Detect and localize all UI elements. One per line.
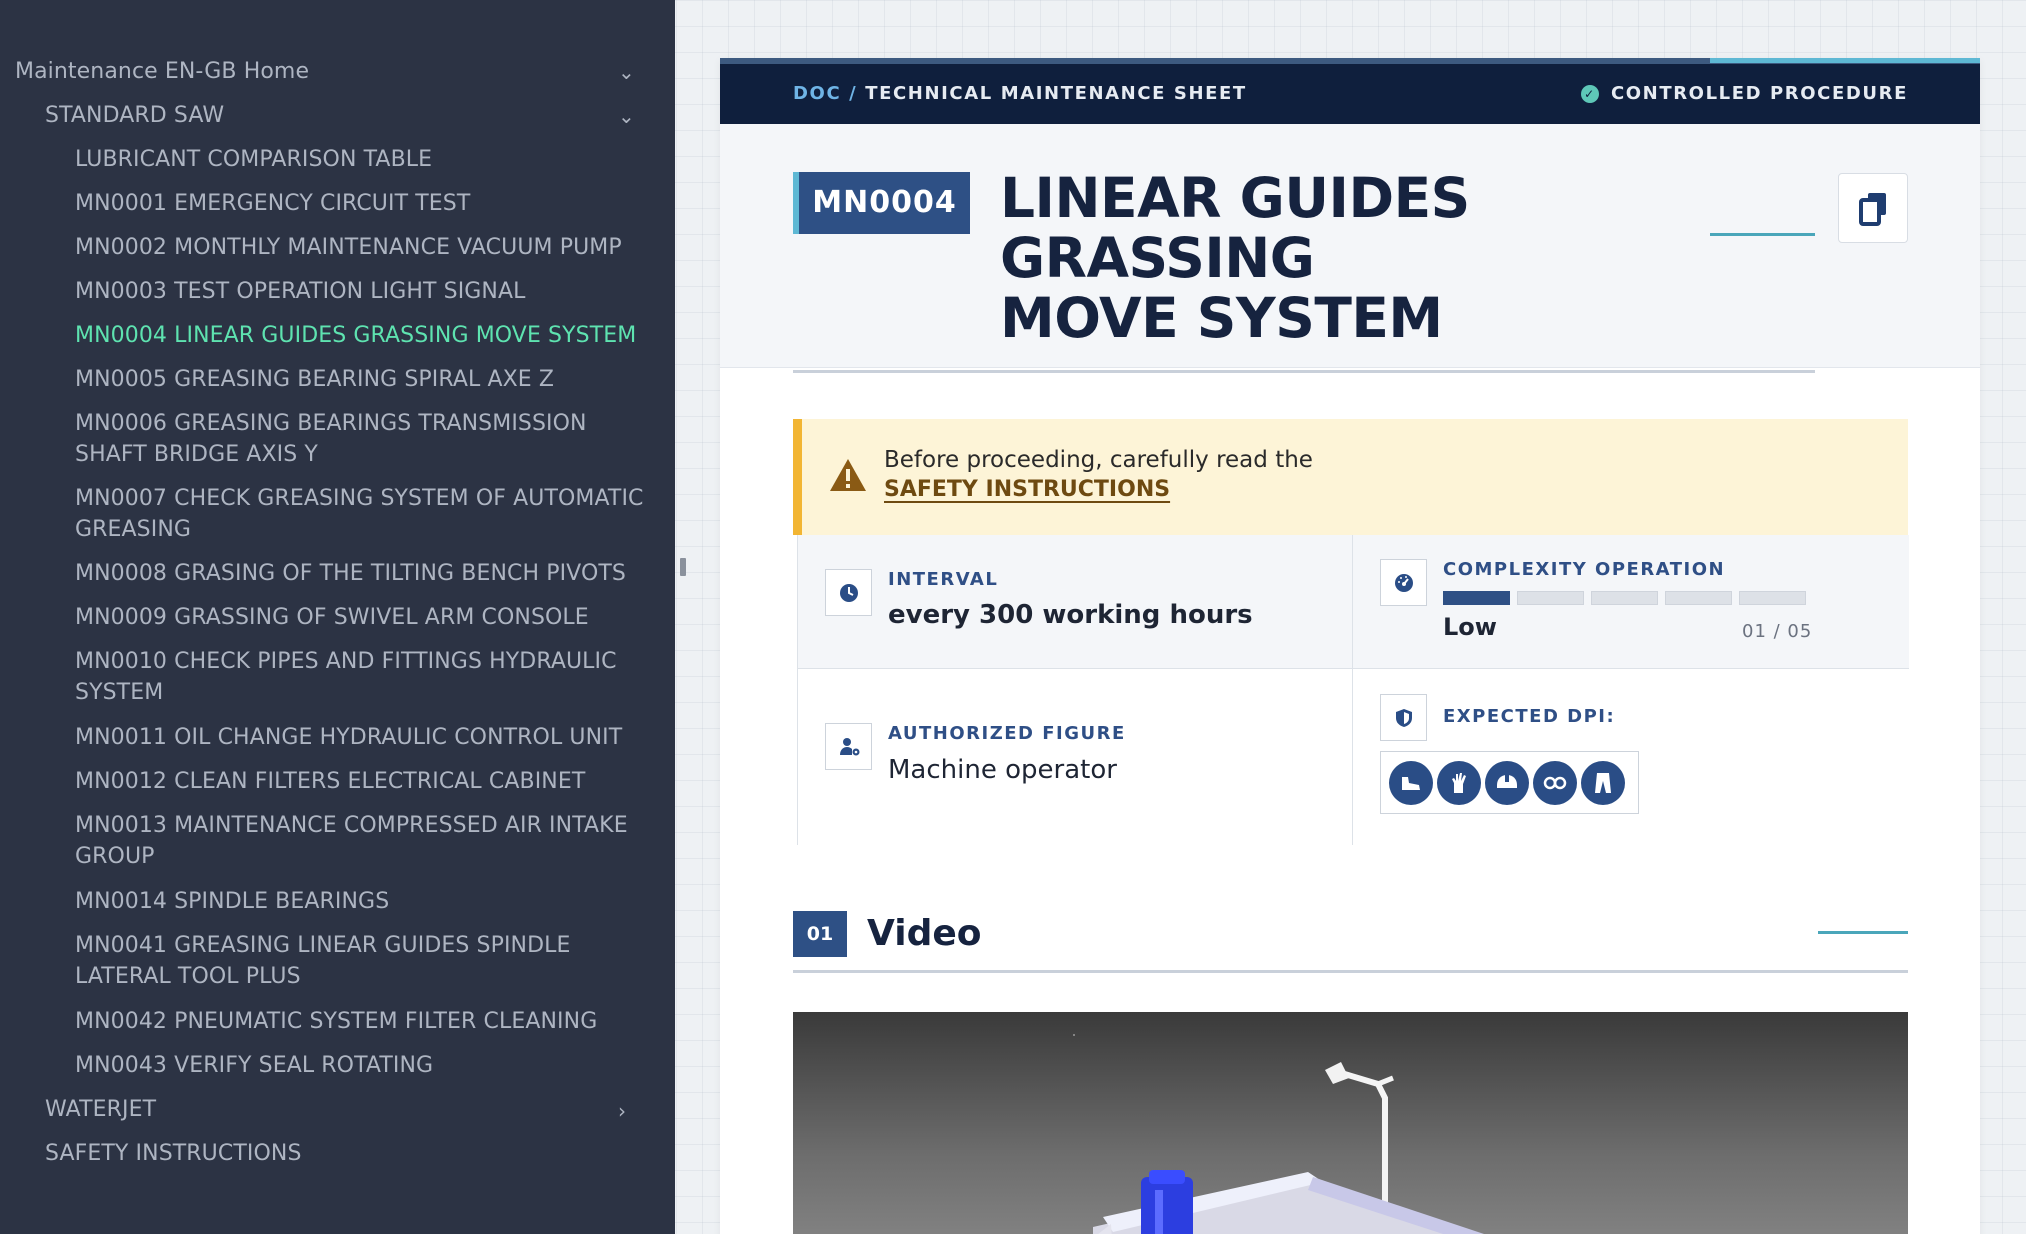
sidebar-item-mn0006[interactable]: MN0006 GREASING BEARINGS TRANSMISSION SH…	[75, 408, 645, 470]
chevron-down-icon[interactable]: ⌄	[618, 106, 635, 126]
sidebar-item-lubricant-table[interactable]: LUBRICANT COMPARISON TABLE	[75, 144, 645, 175]
sidebar-item-safety-instructions[interactable]: SAFETY INSTRUCTIONS	[45, 1138, 302, 1169]
complexity-segment	[1443, 591, 1510, 605]
gauge-icon	[1395, 574, 1413, 592]
breadcrumb-doc[interactable]: DOC	[793, 83, 841, 104]
authorized-figure-cell: AUTHORIZED FIGURE Machine operator	[798, 669, 1353, 845]
shield-icon	[1396, 709, 1412, 727]
expected-dpi-label: EXPECTED DPI:	[1443, 706, 1616, 727]
dpi-icons-box	[1380, 751, 1639, 814]
sidebar-item-mn0042[interactable]: MN0042 PNEUMATIC SYSTEM FILTER CLEANING	[75, 1006, 645, 1037]
document-header: MN0004 LINEAR GUIDES GRASSING MOVE SYSTE…	[720, 124, 1980, 373]
sidebar-item-mn0013[interactable]: MN0013 MAINTENANCE COMPRESSED AIR INTAKE…	[75, 810, 645, 872]
user-gear-icon-box	[825, 723, 872, 770]
sidebar-item-mn0004-active[interactable]: MN0004 LINEAR GUIDES GRASSING MOVE SYSTE…	[75, 320, 645, 351]
gauge-icon-box	[1380, 559, 1427, 606]
sidebar-item-mn0005[interactable]: MN0005 GREASING BEARING SPIRAL AXE Z	[75, 364, 645, 395]
complexity-meter	[1443, 591, 1813, 605]
topbar-accent-bar	[1710, 58, 1980, 63]
sidebar-item-home[interactable]: Maintenance EN-GB Home	[15, 56, 309, 87]
interval-label: INTERVAL	[888, 569, 999, 590]
complexity-count: 01 / 05	[1742, 621, 1813, 642]
sidebar-item-mn0041[interactable]: MN0041 GREASING LINEAR GUIDES SPINDLE LA…	[75, 930, 645, 992]
controlled-procedure-badge: ✓ CONTROLLED PROCEDURE	[1580, 83, 1908, 104]
breadcrumb-separator: /	[849, 83, 858, 104]
complexity-value: Low	[1443, 613, 1497, 641]
section-divider	[793, 970, 1908, 973]
page-title-line1: LINEAR GUIDES GRASSING	[1000, 166, 1470, 290]
section-number-badge: 01	[793, 911, 847, 957]
complexity-segment	[1665, 591, 1732, 605]
check-circle-icon: ✓	[1580, 84, 1599, 103]
gloves-icon	[1437, 761, 1481, 805]
breadcrumb: DOC / TECHNICAL MAINTENANCE SHEET	[793, 83, 1247, 104]
sidebar-item-mn0001[interactable]: MN0001 EMERGENCY CIRCUIT TEST	[75, 188, 645, 219]
document-code-badge: MN0004	[793, 172, 970, 234]
copy-button[interactable]	[1838, 173, 1908, 243]
safety-warning-banner: Before proceeding, carefully read the SA…	[793, 419, 1908, 535]
sidebar-resize-handle[interactable]	[680, 558, 686, 576]
section-title: Video	[867, 913, 982, 954]
info-grid: INTERVAL every 300 working hours COMPLEX…	[797, 535, 1909, 845]
sidebar-item-mn0002[interactable]: MN0002 MONTHLY MAINTENANCE VACUUM PUMP	[75, 232, 645, 263]
complexity-cell: COMPLEXITY OPERATION Low 01 / 05	[1353, 535, 1909, 669]
sidebar-item-mn0012[interactable]: MN0012 CLEAN FILTERS ELECTRICAL CABINET	[75, 766, 645, 797]
expected-dpi-cell: EXPECTED DPI:	[1353, 669, 1909, 845]
safety-shoes-icon	[1389, 761, 1433, 805]
goggles-icon	[1533, 761, 1577, 805]
machine-render-image	[1073, 1034, 1484, 1234]
complexity-segment	[1517, 591, 1584, 605]
complexity-segment	[1739, 591, 1806, 605]
authorized-figure-label: AUTHORIZED FIGURE	[888, 723, 1126, 744]
page-title-line2: MOVE SYSTEM	[1000, 286, 1443, 350]
sidebar-nav: Maintenance EN-GB Home ⌄ STANDARD SAW ⌄ …	[0, 0, 675, 1234]
safety-instructions-link[interactable]: SAFETY INSTRUCTIONS	[884, 477, 1170, 502]
breadcrumb-current: TECHNICAL MAINTENANCE SHEET	[865, 83, 1247, 104]
document-topbar: DOC / TECHNICAL MAINTENANCE SHEET ✓ CONT…	[720, 58, 1980, 124]
helmet-icon	[1485, 761, 1529, 805]
sidebar-item-mn0011[interactable]: MN0011 OIL CHANGE HYDRAULIC CONTROL UNIT	[75, 722, 645, 753]
controlled-procedure-label: CONTROLLED PROCEDURE	[1610, 83, 1908, 104]
clock-icon-box	[825, 569, 872, 616]
section-accent-line	[1818, 931, 1908, 934]
overalls-icon	[1581, 761, 1625, 805]
sidebar-item-mn0007[interactable]: MN0007 CHECK GREASING SYSTEM OF AUTOMATI…	[75, 483, 645, 545]
sidebar-item-mn0043[interactable]: MN0043 VERIFY SEAL ROTATING	[75, 1050, 645, 1081]
sidebar-item-mn0003[interactable]: MN0003 TEST OPERATION LIGHT SIGNAL	[75, 276, 645, 307]
shield-icon-box	[1380, 694, 1427, 741]
warning-triangle-icon	[830, 459, 866, 491]
sidebar-item-standard-saw[interactable]: STANDARD SAW	[45, 100, 224, 131]
complexity-label: COMPLEXITY OPERATION	[1443, 559, 1726, 580]
sidebar-item-mn0009[interactable]: MN0009 GRASSING OF SWIVEL ARM CONSOLE	[75, 602, 645, 633]
document-card: DOC / TECHNICAL MAINTENANCE SHEET ✓ CONT…	[720, 58, 1980, 1234]
chevron-right-icon[interactable]: ›	[618, 1101, 626, 1121]
clock-icon	[840, 584, 858, 602]
title-divider	[793, 370, 1815, 373]
page-title: LINEAR GUIDES GRASSING MOVE SYSTEM	[1000, 168, 1700, 348]
video-player[interactable]	[793, 1012, 1908, 1234]
copy-icon	[1859, 193, 1886, 226]
user-gear-icon	[840, 738, 860, 756]
chevron-down-icon[interactable]: ⌄	[618, 62, 635, 82]
sidebar-item-mn0010[interactable]: MN0010 CHECK PIPES AND FITTINGS HYDRAULI…	[75, 646, 645, 708]
interval-cell: INTERVAL every 300 working hours	[798, 535, 1353, 669]
interval-value: every 300 working hours	[888, 600, 1253, 630]
authorized-figure-value: Machine operator	[888, 755, 1117, 785]
title-accent-line	[1710, 233, 1815, 236]
sidebar-item-mn0014[interactable]: MN0014 SPINDLE BEARINGS	[75, 886, 645, 917]
sidebar-item-waterjet[interactable]: WATERJET	[45, 1094, 156, 1125]
complexity-segment	[1591, 591, 1658, 605]
sidebar-item-mn0008[interactable]: MN0008 GRASING OF THE TILTING BENCH PIVO…	[75, 558, 645, 589]
warning-text: Before proceeding, carefully read the	[884, 447, 1313, 473]
